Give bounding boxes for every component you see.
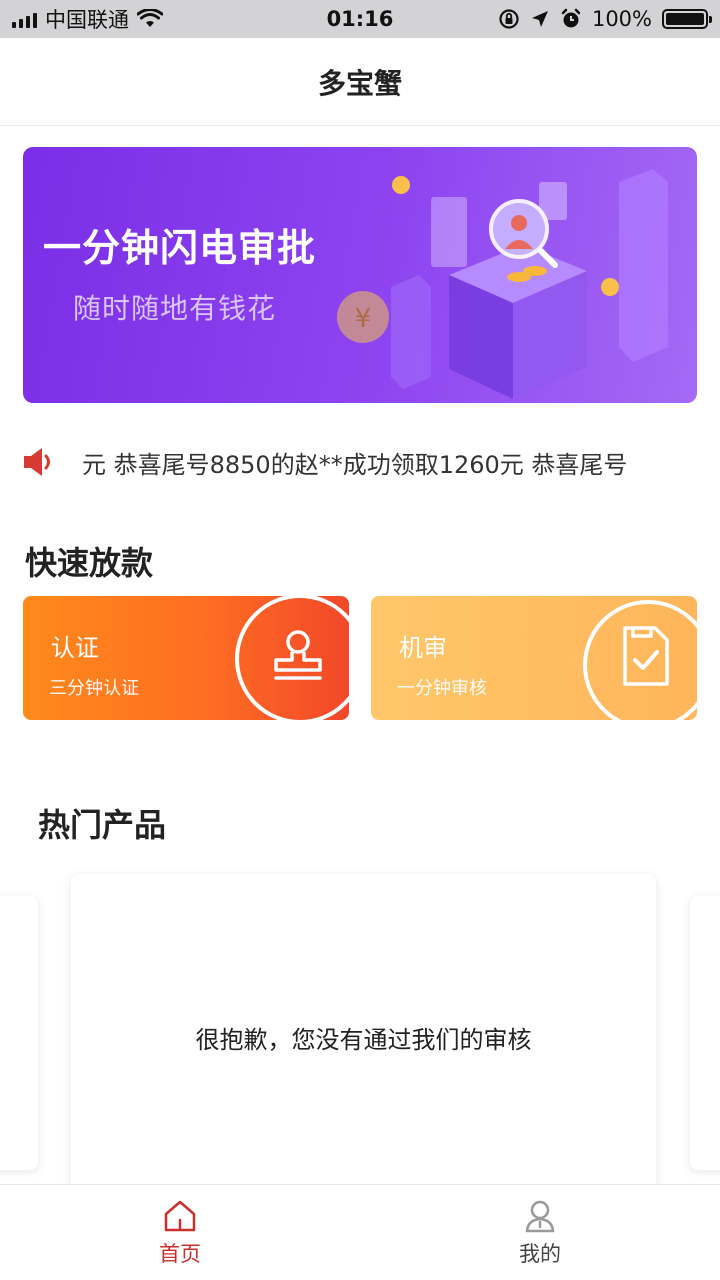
wifi-icon bbox=[137, 9, 163, 27]
location-icon bbox=[531, 11, 548, 27]
status-bar: 中国联通 01:16 100% bbox=[0, 0, 720, 38]
battery-icon bbox=[662, 9, 712, 29]
battery-percent: 100% bbox=[591, 7, 652, 31]
svg-text:¥: ¥ bbox=[355, 304, 372, 334]
notice-text: 元 恭喜尾号8850的赵**成功领取1260元 恭喜尾号 bbox=[82, 450, 628, 479]
promo-banner[interactable]: 一分钟闪电审批 随时随地有钱花 ¥ bbox=[23, 147, 697, 403]
product-card[interactable]: 很抱歉，您没有通过我们的审核 bbox=[71, 874, 656, 1204]
banner-title: 一分钟闪电审批 bbox=[43, 226, 317, 270]
tab-bar: 首页 我的 bbox=[0, 1184, 720, 1280]
quick-section-title: 快速放款 bbox=[25, 544, 154, 582]
quick-card-auth[interactable]: 认证 三分钟认证 bbox=[23, 596, 349, 720]
status-right: 100% bbox=[498, 7, 712, 31]
user-icon bbox=[525, 1200, 555, 1232]
tab-mine[interactable]: 我的 bbox=[360, 1185, 720, 1280]
quick-card-subtitle: 三分钟认证 bbox=[49, 678, 139, 699]
notice-marquee: 元 恭喜尾号8850的赵**成功领取1260元 恭喜尾号 bbox=[20, 440, 670, 484]
empty-message: 很抱歉，您没有通过我们的审核 bbox=[195, 1026, 532, 1054]
quick-card-machine[interactable]: 机审 一分钟审核 bbox=[371, 596, 697, 720]
status-left: 中国联通 bbox=[12, 4, 163, 34]
alarm-icon bbox=[561, 8, 581, 28]
battery-fill bbox=[666, 13, 704, 25]
carrier-label: 中国联通 bbox=[45, 8, 129, 32]
banner-illustration: ¥ bbox=[337, 169, 668, 399]
banner-subtitle: 随时随地有钱花 bbox=[73, 292, 277, 325]
quick-card-subtitle: 一分钟审核 bbox=[397, 678, 487, 699]
document-check-icon bbox=[623, 626, 669, 686]
speaker-icon bbox=[24, 448, 50, 476]
home-icon bbox=[164, 1200, 196, 1231]
product-card-prev[interactable] bbox=[0, 896, 38, 1170]
tab-label: 我的 bbox=[519, 1241, 561, 1266]
tab-home[interactable]: 首页 bbox=[0, 1185, 360, 1280]
quick-card-title: 机审 bbox=[399, 634, 447, 662]
signal-icon bbox=[12, 10, 37, 28]
product-card-next[interactable] bbox=[690, 896, 720, 1170]
quick-card-title: 认证 bbox=[51, 634, 99, 662]
stamp-icon bbox=[274, 630, 322, 680]
tab-label: 首页 bbox=[159, 1241, 201, 1266]
hot-section-title: 热门产品 bbox=[38, 806, 167, 844]
page-title: 多宝蟹 bbox=[0, 38, 720, 126]
rotation-lock-icon bbox=[499, 9, 519, 29]
